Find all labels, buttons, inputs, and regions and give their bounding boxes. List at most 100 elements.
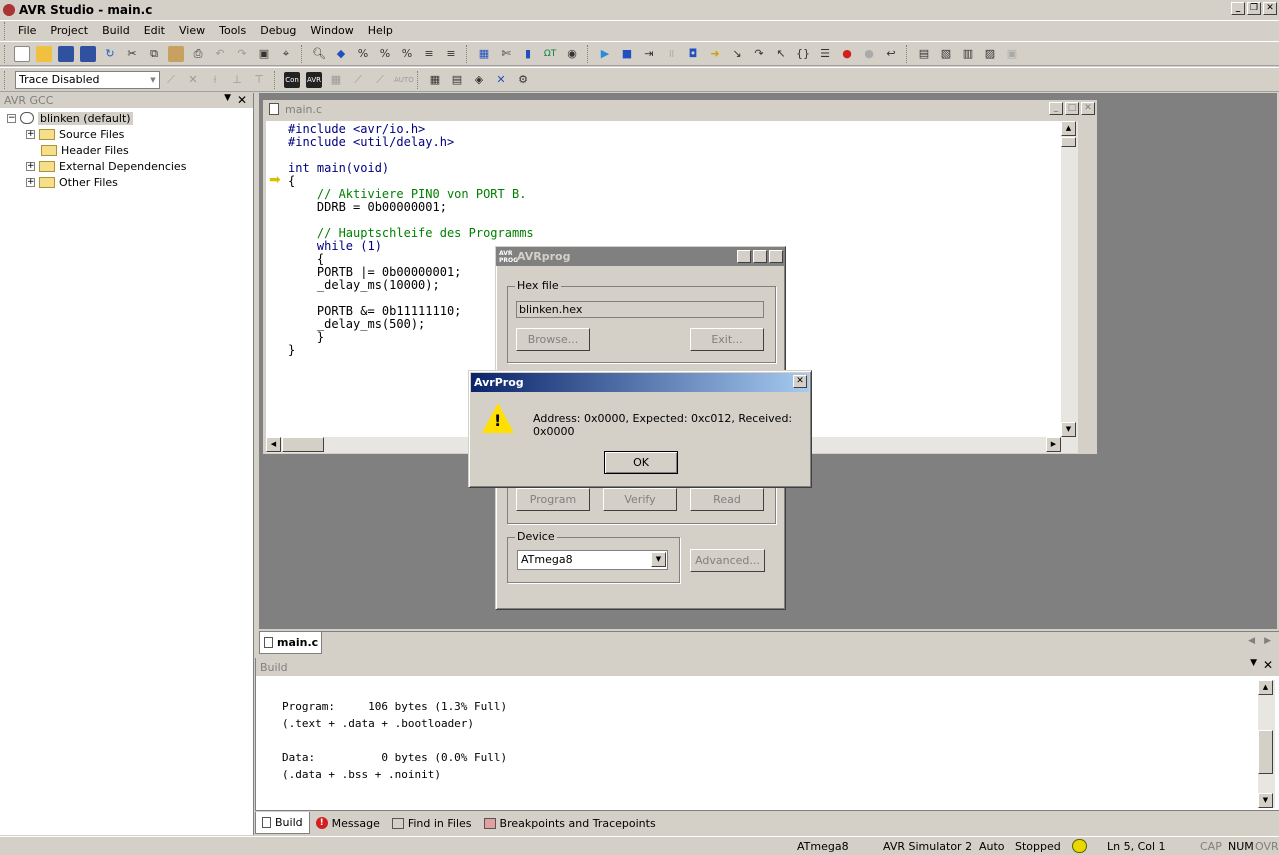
arrow-icon[interactable]: ➜: [707, 46, 723, 62]
ok-button[interactable]: OK: [604, 451, 678, 474]
read-button[interactable]: Read: [690, 488, 764, 511]
chevron-down-icon[interactable]: ▼: [651, 552, 666, 567]
breakpoint-icon[interactable]: ●: [839, 46, 855, 62]
gear-icon[interactable]: ⚙: [515, 72, 531, 88]
chip-icon[interactable]: ▮: [520, 46, 536, 62]
sidebar-menu-icon[interactable]: ▼: [224, 93, 231, 103]
clear-breakpoint-icon[interactable]: ●: [861, 46, 877, 62]
tree-item-project[interactable]: − blinken (default): [0, 110, 253, 126]
trace-tool3-icon[interactable]: ⟊: [207, 72, 223, 88]
advanced-button[interactable]: Advanced...: [690, 549, 765, 572]
new-file-icon[interactable]: [14, 45, 30, 62]
menu-edit[interactable]: Edit: [137, 24, 172, 37]
tree-item-source-files[interactable]: + Source Files: [0, 126, 253, 142]
step-into-icon[interactable]: ↘: [729, 46, 745, 62]
editor-minimize-button[interactable]: _: [1049, 102, 1063, 115]
exit-button[interactable]: Exit...: [690, 328, 764, 351]
build-panel-close-icon[interactable]: ✕: [1263, 658, 1273, 672]
scroll-down-icon[interactable]: ▼: [1258, 793, 1273, 808]
trace-tool4-icon[interactable]: ⊥: [229, 72, 245, 88]
debug-icon[interactable]: ◉: [564, 46, 580, 62]
braces-icon[interactable]: {}: [795, 46, 811, 62]
tab-scroll-left-icon[interactable]: ◀: [1248, 636, 1255, 646]
scroll-up-icon[interactable]: ▲: [1061, 121, 1076, 136]
scroll-left-icon[interactable]: ◀: [266, 437, 281, 452]
build-vertical-scrollbar[interactable]: ▲ ▼: [1258, 680, 1275, 808]
avrprog-maximize-button[interactable]: □: [753, 250, 767, 263]
outdent-icon[interactable]: ≡: [443, 46, 459, 62]
paste-icon[interactable]: [168, 45, 184, 62]
editor-close-button[interactable]: ✕: [1081, 102, 1095, 115]
scroll-up-icon[interactable]: ▲: [1258, 680, 1273, 695]
restore-button[interactable]: ❐: [1247, 2, 1261, 15]
grid-icon[interactable]: ▤: [449, 72, 465, 88]
hscroll-thumb[interactable]: [282, 437, 324, 452]
menu-file[interactable]: File: [11, 24, 43, 37]
hex-file-input[interactable]: blinken.hex: [516, 301, 764, 318]
menu-window[interactable]: Window: [303, 24, 360, 37]
build-tool-icon[interactable]: ✄: [498, 46, 514, 62]
tab-build[interactable]: Build: [255, 812, 310, 834]
calendar-icon[interactable]: ▦: [427, 72, 443, 88]
memory-icon[interactable]: ▥: [960, 46, 976, 62]
print-icon[interactable]: ⎙: [190, 46, 206, 62]
trace-icon[interactable]: ▣: [1004, 46, 1020, 62]
alert-close-button[interactable]: ✕: [793, 375, 807, 388]
build-scroll-thumb[interactable]: [1258, 730, 1273, 774]
window-icon[interactable]: ▣: [256, 46, 272, 62]
menu-project[interactable]: Project: [43, 24, 95, 37]
io-view-icon[interactable]: ▤: [916, 46, 932, 62]
tab-find-in-files[interactable]: Find in Files: [386, 812, 478, 834]
auto-icon[interactable]: AUTO: [394, 72, 414, 88]
undo-icon[interactable]: ↶: [212, 46, 228, 62]
bookmark-icon[interactable]: ◆: [333, 46, 349, 62]
tree-item-other-files[interactable]: + Other Files: [0, 174, 253, 190]
scroll-down-icon[interactable]: ▼: [1061, 422, 1076, 437]
save-icon[interactable]: [58, 45, 74, 62]
browse-button[interactable]: Browse...: [516, 328, 590, 351]
trace-tool7-icon[interactable]: ⟋: [372, 72, 388, 88]
close-button[interactable]: ✕: [1263, 2, 1277, 15]
bookmark-prev-icon[interactable]: %: [377, 46, 393, 62]
register-icon[interactable]: ▧: [938, 46, 954, 62]
trace-tool1-icon[interactable]: ⟋: [163, 72, 179, 88]
break-icon[interactable]: ॥: [663, 46, 679, 62]
tab-breakpoints[interactable]: Breakpoints and Tracepoints: [478, 812, 662, 834]
avrprog-close-button[interactable]: ✕: [769, 250, 783, 263]
stop-icon[interactable]: ■: [619, 46, 635, 62]
trace-tool5-icon[interactable]: ⊤: [251, 72, 267, 88]
step-over-icon[interactable]: ↷: [751, 46, 767, 62]
chip2-icon[interactable]: ▦: [328, 72, 344, 88]
avrprog-minimize-button[interactable]: _: [737, 250, 751, 263]
redo-icon[interactable]: ↷: [234, 46, 250, 62]
avr-trace-icon[interactable]: AVR: [306, 71, 322, 88]
tree-item-external-dependencies[interactable]: + External Dependencies: [0, 158, 253, 174]
menu-debug[interactable]: Debug: [253, 24, 303, 37]
cut-icon[interactable]: ✂: [124, 46, 140, 62]
doc-tab-main-c[interactable]: main.c: [259, 632, 322, 654]
disasm-icon[interactable]: ☰: [817, 46, 833, 62]
scroll-right-icon[interactable]: ▶: [1046, 437, 1061, 452]
menu-build[interactable]: Build: [95, 24, 137, 37]
code-line[interactable]: int main(void): [288, 162, 534, 175]
program-button[interactable]: Program: [516, 488, 590, 511]
copy-icon[interactable]: ⧉: [146, 46, 162, 62]
trace-combo[interactable]: Trace Disabled ▼: [15, 70, 160, 89]
watch-icon[interactable]: ↩: [883, 46, 899, 62]
stack-icon[interactable]: ◈: [471, 72, 487, 88]
code-line[interactable]: DDRB = 0b00000001;: [288, 201, 534, 214]
editor-vertical-scrollbar[interactable]: ▲ ▼: [1061, 121, 1078, 437]
code-line[interactable]: #include <util/delay.h>: [288, 136, 534, 149]
verify-button[interactable]: Verify: [603, 488, 677, 511]
menu-tools[interactable]: Tools: [212, 24, 253, 37]
expand-icon[interactable]: +: [26, 161, 35, 171]
sidebar-close-icon[interactable]: ✕: [237, 93, 247, 107]
build-icon[interactable]: ▦: [476, 46, 492, 62]
processor-icon[interactable]: ▨: [982, 46, 998, 62]
device-select[interactable]: ATmega8 ▼: [517, 550, 668, 570]
refresh-icon[interactable]: ↻: [102, 46, 118, 62]
save-all-icon[interactable]: [80, 45, 96, 62]
trace-tool6-icon[interactable]: ⟋: [350, 72, 366, 88]
menu-view[interactable]: View: [172, 24, 212, 37]
tab-message[interactable]: ! Message: [310, 812, 386, 834]
